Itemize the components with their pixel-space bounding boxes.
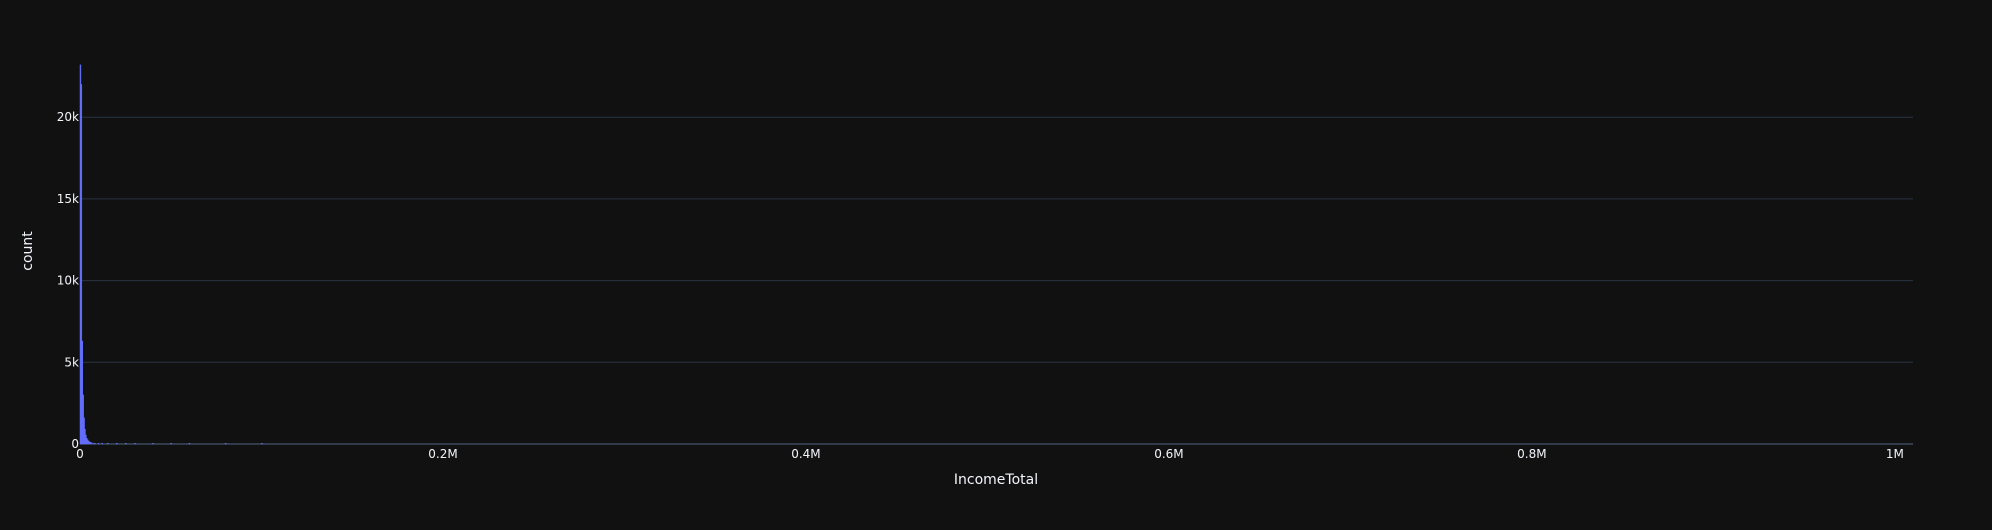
y-tick-label: 20k — [57, 110, 79, 124]
x-tick-label: 0.2M — [428, 447, 457, 461]
histogram-bar[interactable] — [188, 442, 191, 445]
histogram-bar[interactable] — [152, 442, 154, 445]
histogram-bar[interactable] — [97, 442, 100, 445]
histogram-bar[interactable] — [116, 442, 118, 445]
histogram-bar[interactable] — [261, 442, 263, 445]
y-tick-label: 15k — [57, 192, 79, 206]
x-axis-title: IncomeTotal — [954, 472, 1038, 488]
x-tick-label: 0.4M — [791, 447, 820, 461]
y-tick-label: 5k — [64, 355, 79, 369]
histogram-bar[interactable] — [92, 442, 94, 445]
chart-background — [0, 0, 1992, 525]
histogram-bar[interactable] — [134, 442, 136, 445]
histogram-bar[interactable] — [125, 442, 127, 445]
x-tick-label: 0 — [76, 447, 84, 461]
histogram-chart: 0 5k 10k 15k 20k 0 0.2M 0.4M 0.6M 0.8M 1M IncomeTo… — [0, 0, 1992, 525]
chart-svg: 05k10k15k20k0 0.2M 0.4M 0.6M 0.8M 1M IncomeTo… — [0, 0, 1992, 525]
y-tick-label: 10k — [57, 274, 79, 288]
y-axis-title: count — [20, 231, 36, 271]
histogram-bar[interactable] — [101, 442, 103, 445]
histogram-bar[interactable] — [170, 442, 172, 445]
x-tick-label: 0.8M — [1517, 447, 1546, 461]
histogram-bar[interactable] — [106, 442, 109, 445]
histogram-bar[interactable] — [224, 442, 227, 445]
histogram-bar[interactable] — [90, 442, 93, 445]
x-tick-label: 0.6M — [1154, 447, 1183, 461]
histogram-bar[interactable] — [94, 442, 96, 445]
x-tick-label: 1M — [1886, 447, 1904, 461]
